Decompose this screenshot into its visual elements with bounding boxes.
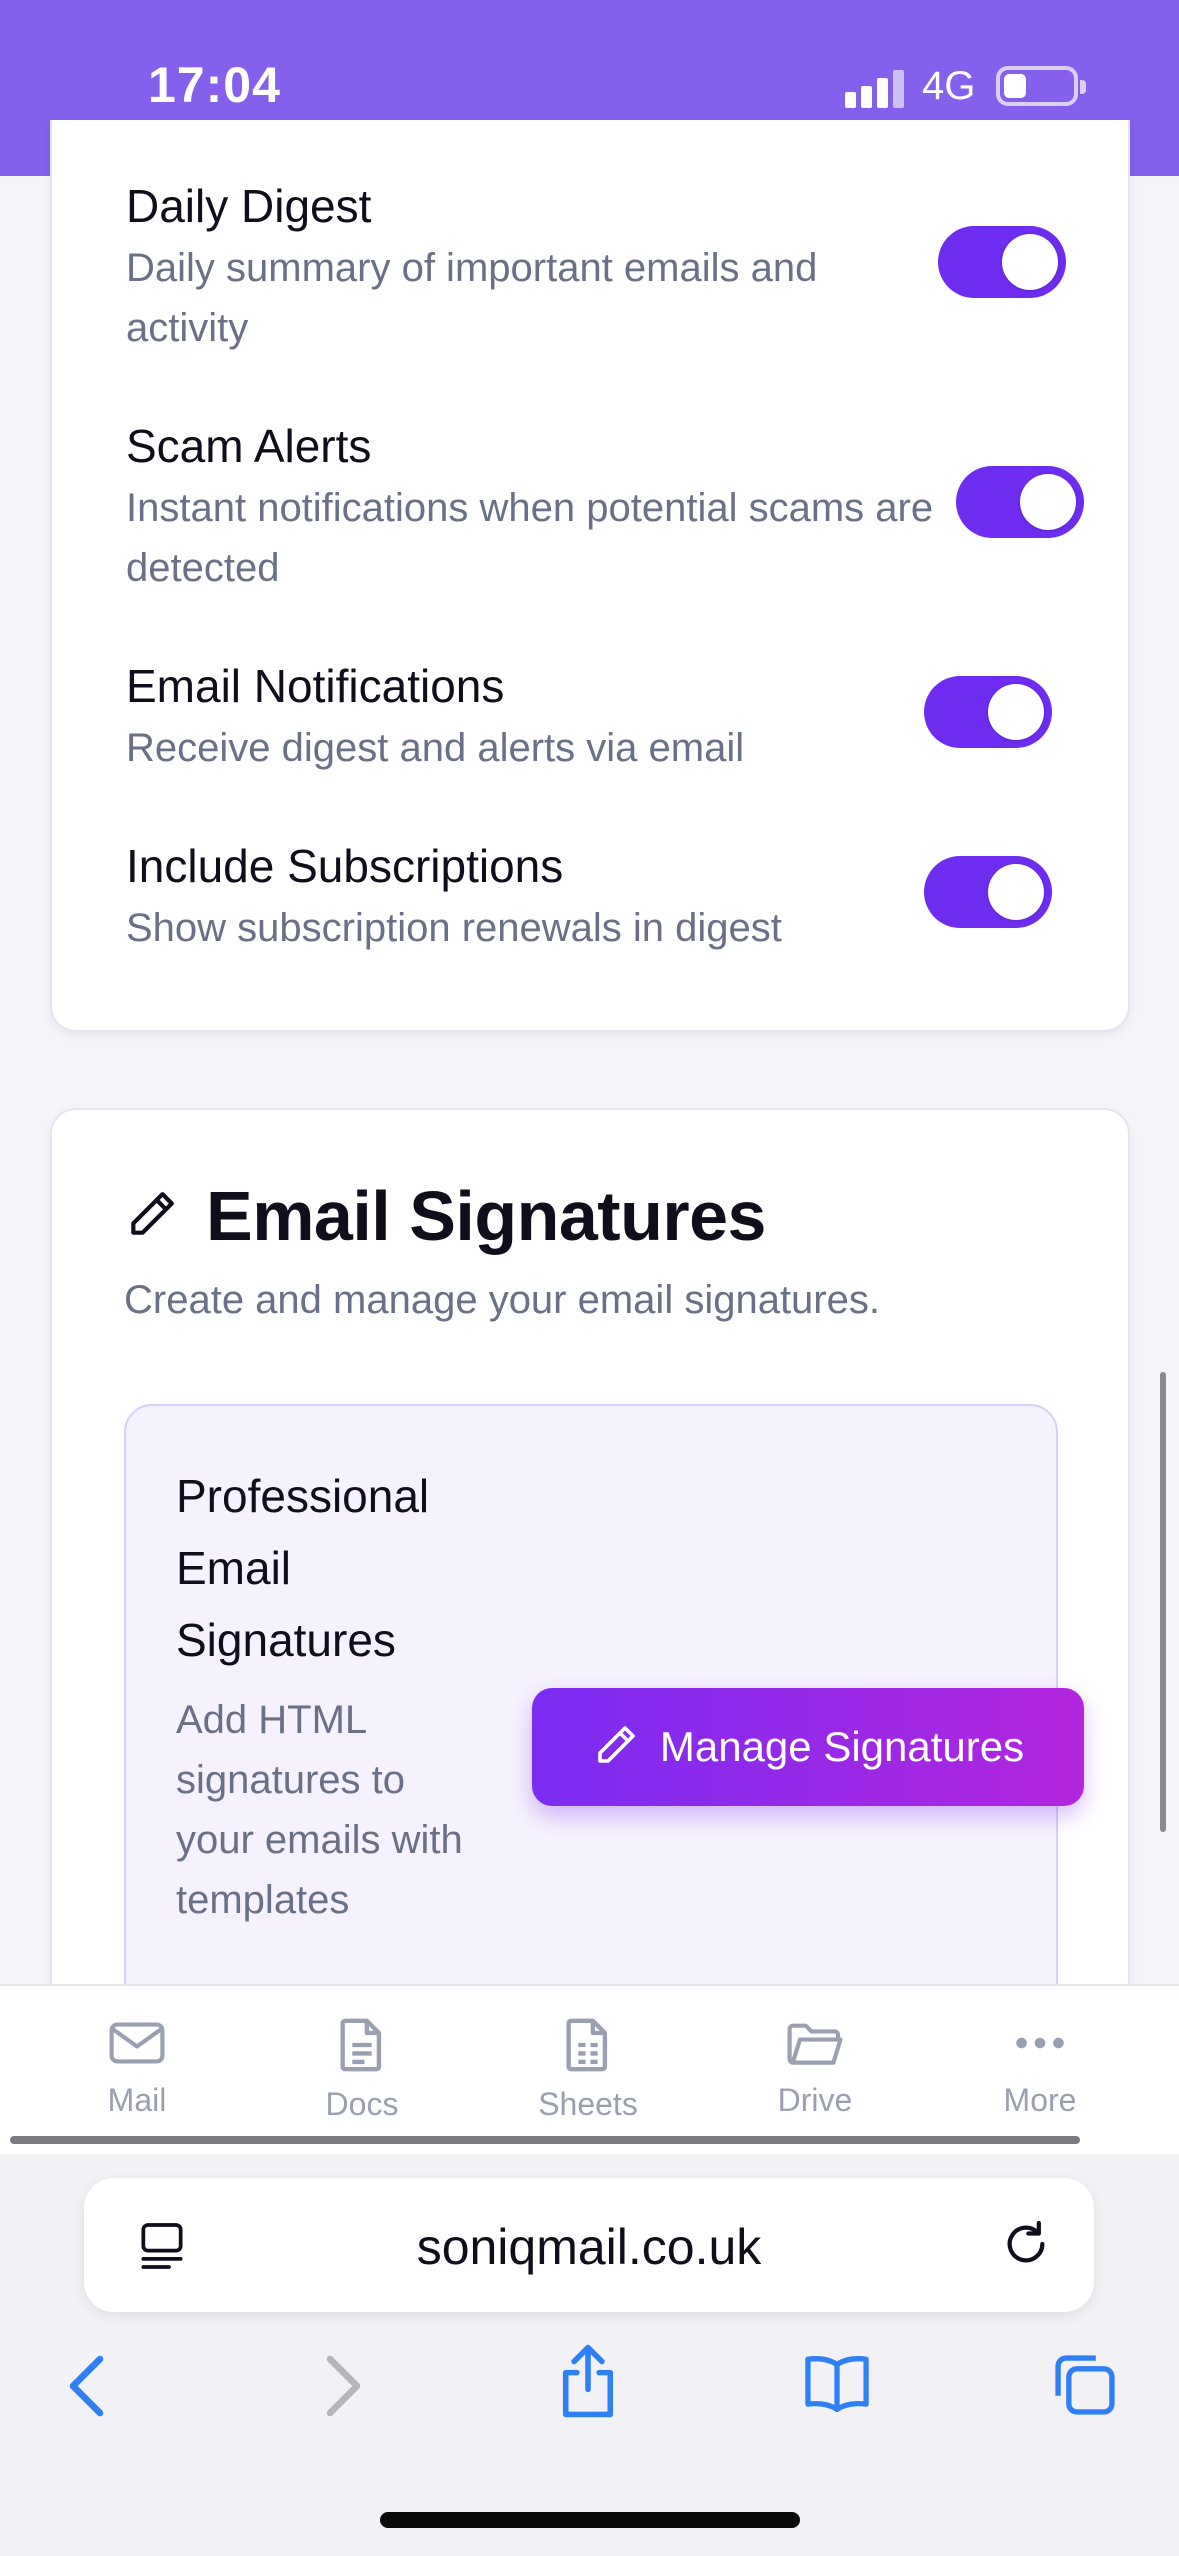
toggle-knob (1020, 474, 1076, 530)
toggle-scam-alerts[interactable] (956, 466, 1084, 538)
setting-title: Include Subscriptions (126, 840, 564, 892)
notifications-card: Daily Digest Daily summary of important … (50, 120, 1130, 1032)
tabs-icon[interactable] (1050, 2350, 1120, 2425)
page-scrollbar[interactable] (1160, 1372, 1166, 1832)
bookmarks-icon[interactable] (800, 2350, 874, 2421)
toggle-daily-digest[interactable] (938, 226, 1066, 298)
manage-signatures-label: Manage Signatures (659, 1723, 1025, 1770)
reload-icon[interactable] (998, 2216, 1054, 2277)
setting-title: Daily Digest (126, 180, 372, 232)
pencil-icon (124, 1186, 180, 1247)
nav-item-sheets[interactable]: Sheets (508, 2016, 668, 2123)
app-bottom-nav: Mail Docs Sheets Drive More (0, 1984, 1179, 2154)
setting-description: Show subscription renewals in digest (126, 906, 782, 950)
nav-label: Drive (777, 2082, 853, 2118)
nav-item-more[interactable]: More (960, 2016, 1120, 2119)
url-text: soniqmail.co.uk (416, 2219, 762, 2275)
forward-icon[interactable] (312, 2350, 372, 2427)
address-bar[interactable]: soniqmail.co.uk (84, 2178, 1094, 2312)
promo-description: Add HTML signatures to your emails with … (176, 1698, 463, 1922)
signatures-header: Email Signatures (124, 1176, 766, 1256)
more-icon (960, 2016, 1120, 2070)
folder-icon (735, 2016, 895, 2070)
nav-label: Sheets (538, 2086, 638, 2122)
signatures-title: Email Signatures (206, 1177, 766, 1255)
manage-signatures-button[interactable]: Manage Signatures (532, 1688, 1084, 1806)
nav-item-mail[interactable]: Mail (57, 2016, 217, 2119)
share-icon[interactable] (554, 2342, 622, 2425)
setting-title: Scam Alerts (126, 420, 372, 472)
mail-icon (57, 2016, 217, 2070)
status-time: 17:04 (148, 57, 281, 113)
toggle-knob (988, 684, 1044, 740)
pencil-icon (592, 1721, 640, 1774)
toggle-email-notifications[interactable] (924, 676, 1052, 748)
nav-label: More (1003, 2082, 1077, 2118)
toggle-knob (1002, 234, 1058, 290)
signatures-subtitle: Create and manage your email signatures. (124, 1278, 880, 1322)
horizontal-scrollbar (10, 2136, 1080, 2144)
setting-description: Daily summary of important emails and ac… (126, 246, 818, 350)
home-indicator (380, 2512, 800, 2528)
setting-scam-alerts: Scam Alerts Instant notifications when p… (126, 418, 1026, 598)
sheet-icon (508, 2016, 668, 2074)
setting-include-subscriptions: Include Subscriptions Show subscription … (126, 838, 946, 958)
setting-description: Receive digest and alerts via email (126, 726, 745, 770)
setting-title: Email Notifications (126, 660, 505, 712)
signatures-card: Email Signatures Create and manage your … (50, 1108, 1130, 2124)
back-icon[interactable] (58, 2350, 118, 2427)
promo-title: Professional Email Signatures (176, 1470, 430, 1666)
nav-label: Docs (325, 2086, 399, 2122)
setting-description: Instant notifications when potential sca… (126, 486, 934, 590)
setting-daily-digest: Daily Digest Daily summary of important … (126, 178, 946, 358)
network-label: 4G (922, 64, 976, 108)
battery-icon (996, 66, 1086, 106)
nav-item-docs[interactable]: Docs (282, 2016, 442, 2123)
setting-email-notifications: Email Notifications Receive digest and a… (126, 658, 946, 778)
toggle-include-subscriptions[interactable] (924, 856, 1052, 928)
nav-label: Mail (107, 2082, 167, 2118)
signal-icon (845, 68, 905, 108)
toggle-knob (988, 864, 1044, 920)
doc-icon (282, 2016, 442, 2074)
nav-item-drive[interactable]: Drive (735, 2016, 895, 2119)
